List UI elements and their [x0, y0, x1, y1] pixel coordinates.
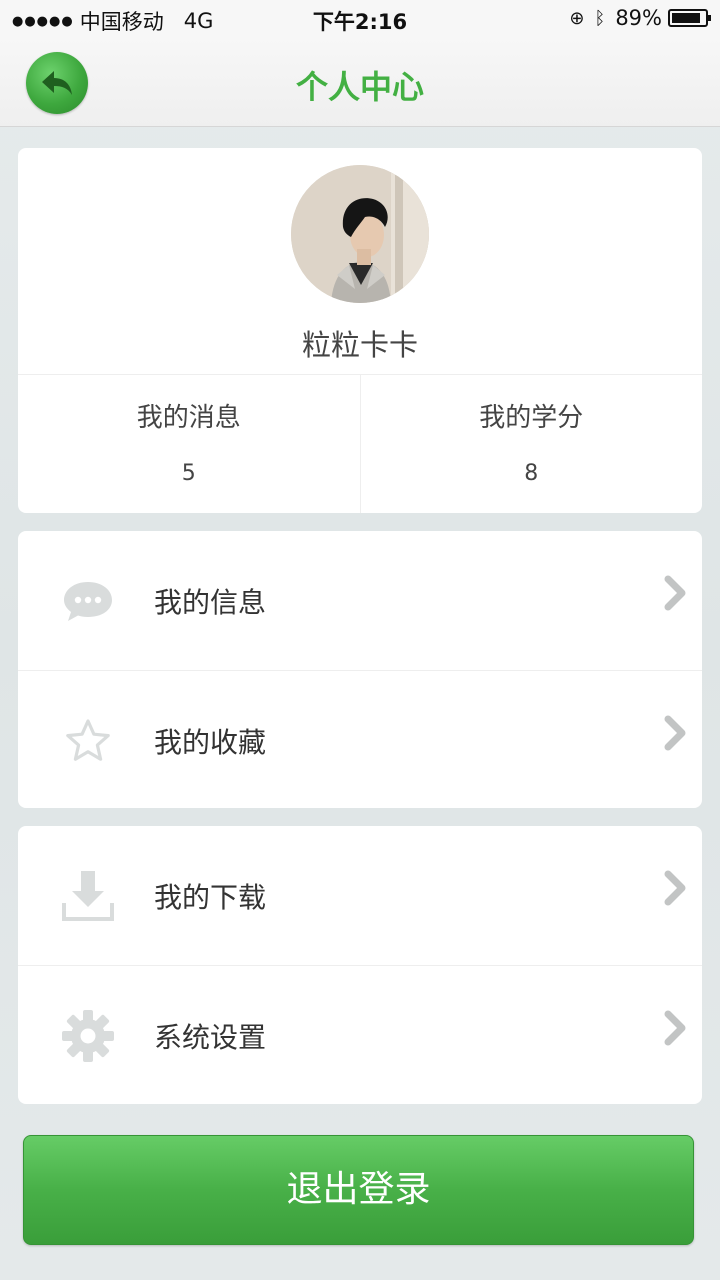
star-icon: [60, 713, 116, 769]
menu-group-2: 我的下载 系统设置: [18, 826, 702, 1104]
chat-bubble-icon: [60, 573, 116, 629]
menu-item-settings[interactable]: 系统设置: [18, 965, 702, 1103]
chevron-right-icon: [662, 868, 690, 908]
menu-item-label: 我的收藏: [154, 726, 267, 759]
stat-label: 我的学分: [479, 403, 584, 433]
menu-item-label: 系统设置: [154, 1021, 267, 1054]
menu-item-downloads[interactable]: 我的下载: [18, 826, 702, 964]
avatar-image: [291, 165, 429, 303]
stat-value: 5: [181, 461, 196, 486]
menu-item-label: 我的信息: [154, 586, 267, 619]
status-right: ⊕ ᛒ 89%: [569, 6, 711, 30]
page-title: 个人中心: [295, 68, 424, 106]
profile-card: 粒粒卡卡 我的消息 5 我的学分 8: [18, 148, 702, 513]
bluetooth-icon: ᛒ: [594, 7, 606, 29]
download-icon: [60, 868, 116, 924]
logout-button[interactable]: 退出登录: [23, 1135, 694, 1245]
avatar[interactable]: [291, 165, 429, 303]
nav-bar: 个人中心: [0, 38, 720, 127]
gear-icon: [60, 1008, 116, 1064]
menu-item-label: 我的下载: [154, 881, 267, 914]
battery-icon: [668, 9, 711, 27]
menu-item-my-info[interactable]: 我的信息: [18, 531, 702, 669]
stat-label: 我的消息: [136, 403, 241, 433]
orientation-lock-icon: ⊕: [569, 7, 585, 29]
stat-value: 8: [524, 461, 539, 486]
battery-percentage: 89%: [615, 6, 662, 30]
chevron-right-icon: [662, 713, 690, 753]
stat-messages[interactable]: 我的消息 5: [18, 375, 360, 513]
stat-credits[interactable]: 我的学分 8: [359, 375, 703, 513]
menu-item-favorites[interactable]: 我的收藏: [18, 670, 702, 808]
chevron-right-icon: [662, 1008, 690, 1048]
status-bar: ●●●●● 中国移动 4G 下午2:16 ⊕ ᛒ 89%: [0, 0, 720, 38]
battery-fill: [672, 13, 701, 23]
menu-group-1: 我的信息 我的收藏: [18, 531, 702, 808]
stats-row: 我的消息 5 我的学分 8: [18, 374, 702, 513]
chevron-right-icon: [662, 573, 690, 613]
username: 粒粒卡卡: [301, 328, 418, 362]
